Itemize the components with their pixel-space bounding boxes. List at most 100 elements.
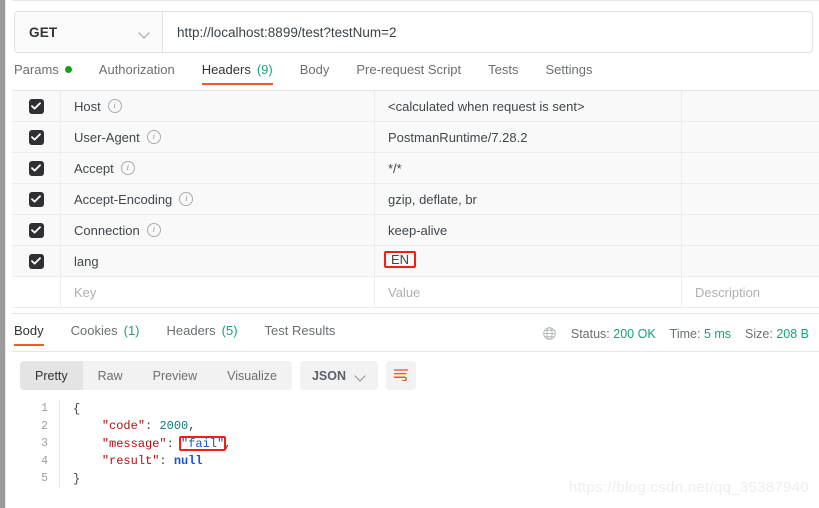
checkbox-icon [28, 129, 44, 145]
code-token: , [188, 419, 196, 434]
info-icon[interactable]: i [120, 161, 135, 175]
header-enabled-checkbox[interactable] [12, 153, 61, 183]
tab-pre-request-script[interactable]: Pre-request Script [356, 62, 461, 85]
view-mode-raw-label: Raw [97, 368, 123, 383]
table-row[interactable]: lang EN [12, 246, 819, 277]
wrap-lines-button[interactable] [386, 361, 416, 390]
header-description-cell[interactable] [682, 184, 819, 214]
header-enabled-checkbox[interactable] [12, 91, 61, 121]
header-key-cell[interactable]: Connection i [61, 215, 375, 245]
view-mode-visualize[interactable]: Visualize [212, 361, 292, 390]
line-number: 3 [41, 437, 48, 451]
size-badge[interactable]: Size: 208 B [745, 327, 809, 341]
table-row[interactable]: Accept-Encoding i gzip, deflate, br [12, 184, 819, 215]
tab-settings[interactable]: Settings [545, 62, 592, 85]
tab-tests-label: Tests [488, 62, 519, 77]
checkbox-icon [28, 222, 44, 238]
response-tab-headers[interactable]: Headers (5) [167, 323, 238, 346]
response-tab-cookies-label: Cookies [70, 323, 118, 338]
response-tab-test-results[interactable]: Test Results [265, 323, 336, 346]
response-body-code[interactable]: 1{2 "code": 2000, 3 "message": "fail", 4 "… [20, 400, 620, 488]
tab-authorization-label: Authorization [98, 62, 175, 77]
header-key-cell[interactable]: Host i [61, 91, 375, 121]
header-description-cell[interactable] [682, 246, 819, 276]
response-format-select[interactable]: JSON [299, 361, 378, 390]
view-mode-preview-label: Preview [152, 368, 198, 383]
table-row[interactable]: Accept i */* [12, 153, 819, 184]
header-key-cell[interactable]: Key [61, 277, 375, 307]
info-icon[interactable]: i [107, 99, 122, 113]
code-gutter [59, 435, 60, 453]
info-icon[interactable]: i [179, 192, 194, 206]
header-key-cell[interactable]: User-Agent i [61, 122, 375, 152]
tab-authorization[interactable]: Authorization [99, 62, 175, 85]
header-description-cell[interactable] [682, 91, 819, 121]
code-token: } [73, 471, 81, 486]
response-tab-body[interactable]: Body [14, 323, 44, 346]
response-tab-cookies[interactable]: Cookies (1) [71, 323, 140, 346]
header-value-cell[interactable]: keep-alive [375, 215, 682, 245]
status-value: 200 OK [613, 326, 656, 341]
table-row[interactable]: Host i <calculated when request is sent> [12, 91, 819, 122]
header-value-cell[interactable]: EN [375, 246, 682, 276]
code-gutter [59, 417, 60, 435]
view-mode-preview[interactable]: Preview [138, 361, 212, 390]
tab-body-label: Body [299, 62, 330, 77]
header-description-cell[interactable]: Description [682, 277, 819, 307]
tab-tests[interactable]: Tests [488, 62, 518, 85]
key-placeholder: Key [74, 284, 97, 300]
header-description-cell[interactable] [682, 215, 819, 245]
response-meta: Status: 200 OK Time: 5 ms Size: 208 B [542, 326, 809, 341]
header-value-text: */* [388, 160, 402, 176]
tab-params[interactable]: Params [14, 62, 72, 85]
view-mode-raw[interactable]: Raw [83, 361, 138, 390]
postman-request-pane: GET http://localhost:8899/test?testNum=2… [6, 0, 819, 508]
header-value-cell[interactable]: PostmanRuntime/7.28.2 [375, 122, 682, 152]
header-key-text: Accept [74, 160, 114, 176]
header-description-cell[interactable] [682, 122, 819, 152]
wrap-lines-icon [393, 367, 409, 384]
header-key-cell[interactable]: lang [61, 246, 375, 276]
header-value-cell[interactable]: gzip, deflate, br [375, 184, 682, 214]
header-enabled-checkbox[interactable] [12, 122, 61, 152]
tab-body[interactable]: Body [300, 62, 330, 85]
header-value-cell[interactable]: */* [375, 153, 682, 183]
header-key-text: lang [74, 253, 99, 269]
line-number: 2 [41, 419, 48, 433]
size-value: 208 B [776, 326, 809, 341]
header-value-cell[interactable]: Value [375, 277, 682, 307]
time-label: Time: [669, 326, 701, 341]
response-tab-headers-label: Headers [166, 323, 216, 338]
table-row[interactable]: Connection i keep-alive [12, 215, 819, 246]
code-gutter [59, 470, 60, 488]
code-line: 4 "result": null [20, 452, 620, 470]
checkbox-icon [28, 253, 44, 269]
http-method-select[interactable]: GET [15, 12, 163, 52]
code-text: } [73, 472, 80, 486]
header-enabled-checkbox[interactable] [12, 184, 61, 214]
table-row[interactable]: User-Agent i PostmanRuntime/7.28.2 [12, 122, 819, 153]
info-icon[interactable]: i [146, 130, 161, 144]
status-badge[interactable]: Status: 200 OK [571, 327, 656, 341]
header-description-cell[interactable] [682, 153, 819, 183]
header-value-cell[interactable]: <calculated when request is sent> [375, 91, 682, 121]
response-tab-cookies-count: (1) [123, 323, 140, 338]
code-line: 5} [20, 470, 620, 488]
watermark-text: https://blog.csdn.net/qq_35387940 [568, 479, 809, 496]
request-url-input[interactable]: http://localhost:8899/test?testNum=2 [163, 12, 812, 52]
header-key-cell[interactable]: Accept i [61, 153, 375, 183]
header-enabled-checkbox[interactable] [12, 277, 61, 307]
params-modified-dot-icon [64, 66, 72, 73]
time-badge[interactable]: Time: 5 ms [670, 327, 731, 341]
table-row-new[interactable]: Key Value Description [12, 277, 819, 308]
view-mode-pretty[interactable]: Pretty [20, 361, 83, 390]
http-method-label: GET [29, 24, 58, 40]
tab-headers[interactable]: Headers (9) [201, 62, 273, 85]
header-key-cell[interactable]: Accept-Encoding i [61, 184, 375, 214]
header-enabled-checkbox[interactable] [12, 215, 61, 245]
header-key-text: User-Agent [74, 129, 140, 145]
info-icon[interactable]: i [146, 223, 161, 237]
header-enabled-checkbox[interactable] [12, 246, 61, 276]
